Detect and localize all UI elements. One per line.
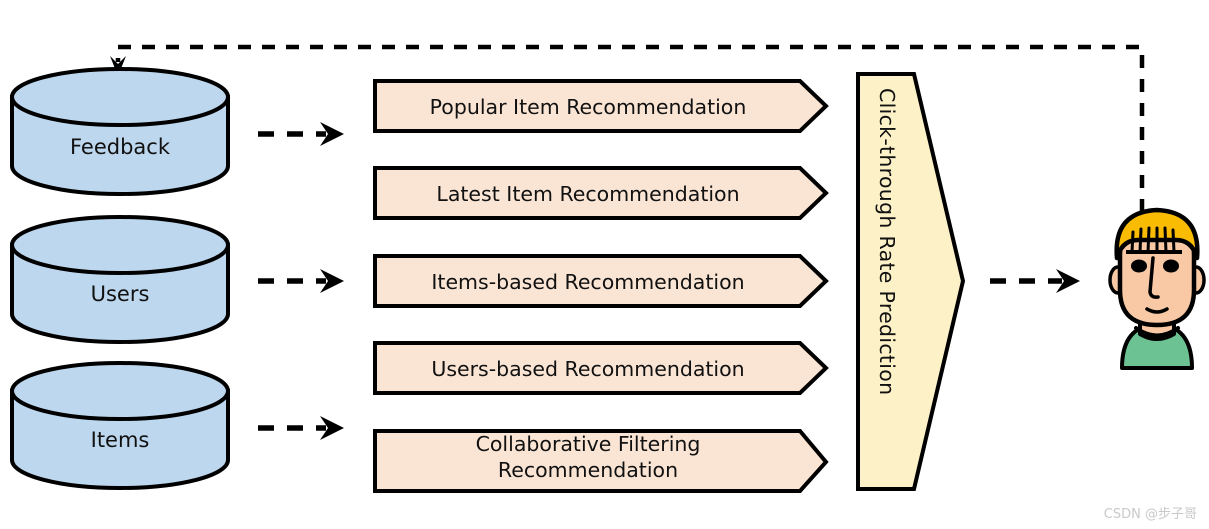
connection-ctr-to-user xyxy=(990,269,1080,293)
ranker-shape-ctr-prediction[interactable] xyxy=(856,72,966,491)
recommender-shape-users-based[interactable] xyxy=(373,341,829,395)
connection-feedback-to-recommenders xyxy=(258,122,344,146)
recommender-shape-collaborative-filtering[interactable] xyxy=(373,429,829,493)
user-avatar-icon[interactable] xyxy=(1108,207,1206,370)
connection-items-to-recommenders xyxy=(258,416,344,440)
datastore-items[interactable] xyxy=(10,361,230,490)
diagram-canvas: Feedback Users Items Popular Item Recomm… xyxy=(0,0,1209,529)
recommender-shape-popular-item[interactable] xyxy=(373,79,829,133)
recommender-shape-items-based[interactable] xyxy=(373,254,829,308)
connection-users-to-recommenders xyxy=(258,269,344,293)
diagram-vector-layer xyxy=(10,44,1206,493)
recommender-shape-latest-item[interactable] xyxy=(373,166,829,220)
datastore-users[interactable] xyxy=(10,215,230,344)
datastore-feedback[interactable] xyxy=(10,67,230,196)
